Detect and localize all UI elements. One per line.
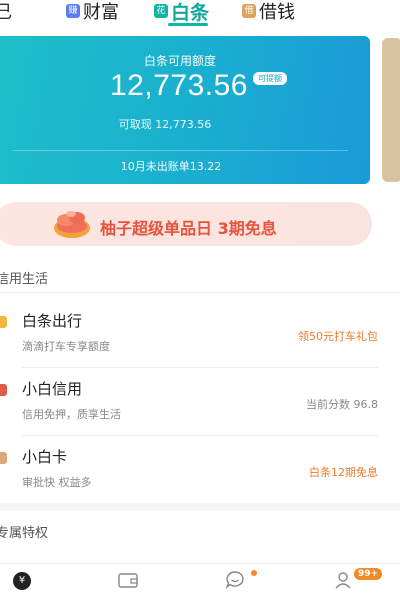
travel-icon xyxy=(0,316,7,328)
bottom-navigation: ¥ 99+ xyxy=(0,563,400,597)
top-tab-bar: 己 赚 财富 花 白条 借 借钱 xyxy=(0,0,400,30)
tab-baitiao[interactable]: 花 白条 xyxy=(154,0,210,24)
baitiao-badge-icon: 花 xyxy=(154,4,168,18)
list-item-baitiao-travel[interactable]: 白条出行 滴滴打车专享额度 领50元打车礼包 xyxy=(0,298,400,368)
tab-label: 白条 xyxy=(171,1,210,24)
credit-score-icon xyxy=(0,384,7,396)
cash-withdraw-amount: 可取现 12,773.56 xyxy=(118,118,212,131)
list-item-title: 小白卡 xyxy=(22,448,68,466)
section-title-credit-life: 信用生活 xyxy=(0,272,49,287)
tab-label: 财富 xyxy=(83,2,119,23)
user-badge: 99+ xyxy=(354,568,383,580)
tab-jieqian[interactable]: 借 借钱 xyxy=(242,0,295,23)
wealth-badge-icon: 赚 xyxy=(66,4,80,18)
wallet-icon[interactable] xyxy=(118,572,138,588)
next-card-peek[interactable] xyxy=(382,38,400,182)
home-yuan-icon[interactable]: ¥ xyxy=(13,572,31,590)
tab-wealth[interactable]: 赚 财富 xyxy=(66,0,119,23)
list-item-xiaobai-card[interactable]: 小白卡 审批快 权益多 白条12期免息 xyxy=(0,434,400,504)
grapefruit-icon xyxy=(54,211,90,238)
user-icon[interactable] xyxy=(333,570,353,590)
notification-dot xyxy=(251,570,257,576)
list-item-score: 当前分数 96.8 xyxy=(306,398,378,411)
section-gap xyxy=(0,503,400,511)
list-item-title: 小白信用 xyxy=(22,380,83,398)
credit-limit-amount: 12,773.56 xyxy=(110,69,248,102)
promo-banner[interactable]: 柚子超级单品日 3期免息 xyxy=(0,202,372,246)
tab-partial-left[interactable]: 己 xyxy=(0,0,12,23)
list-item-xiaobai-credit[interactable]: 小白信用 信用免押，质享生活 当前分数 96.8 xyxy=(0,366,400,436)
list-item-title: 白条出行 xyxy=(22,312,83,330)
section-divider xyxy=(0,292,400,293)
list-item-subtitle: 审批快 权益多 xyxy=(22,476,92,489)
list-item-subtitle: 信用免押，质享生活 xyxy=(22,408,121,421)
chat-icon[interactable] xyxy=(225,570,245,590)
active-tab-indicator xyxy=(168,23,208,26)
tab-label: 借钱 xyxy=(259,2,295,23)
raise-limit-chip[interactable]: 可提额 xyxy=(253,72,287,85)
promo-text: 柚子超级单品日 3期免息 xyxy=(100,219,277,238)
credit-limit-title: 白条可用额度 xyxy=(143,54,216,68)
list-item-action[interactable]: 领50元打车礼包 xyxy=(298,328,378,344)
credit-limit-card[interactable]: 白条可用额度 12,773.56 可提额 可取现 12,773.56 10月未出… xyxy=(0,36,370,184)
card-divider xyxy=(12,150,348,151)
jieqian-badge-icon: 借 xyxy=(242,4,256,18)
section-title-exclusive: 专属特权 xyxy=(0,526,49,541)
card-icon xyxy=(0,452,7,464)
list-item-subtitle: 滴滴打车专享额度 xyxy=(22,340,110,353)
tab-label: 己 xyxy=(0,2,12,23)
list-item-action[interactable]: 白条12期免息 xyxy=(309,464,378,480)
unbilled-amount[interactable]: 10月未出账单13.22 xyxy=(0,158,352,174)
